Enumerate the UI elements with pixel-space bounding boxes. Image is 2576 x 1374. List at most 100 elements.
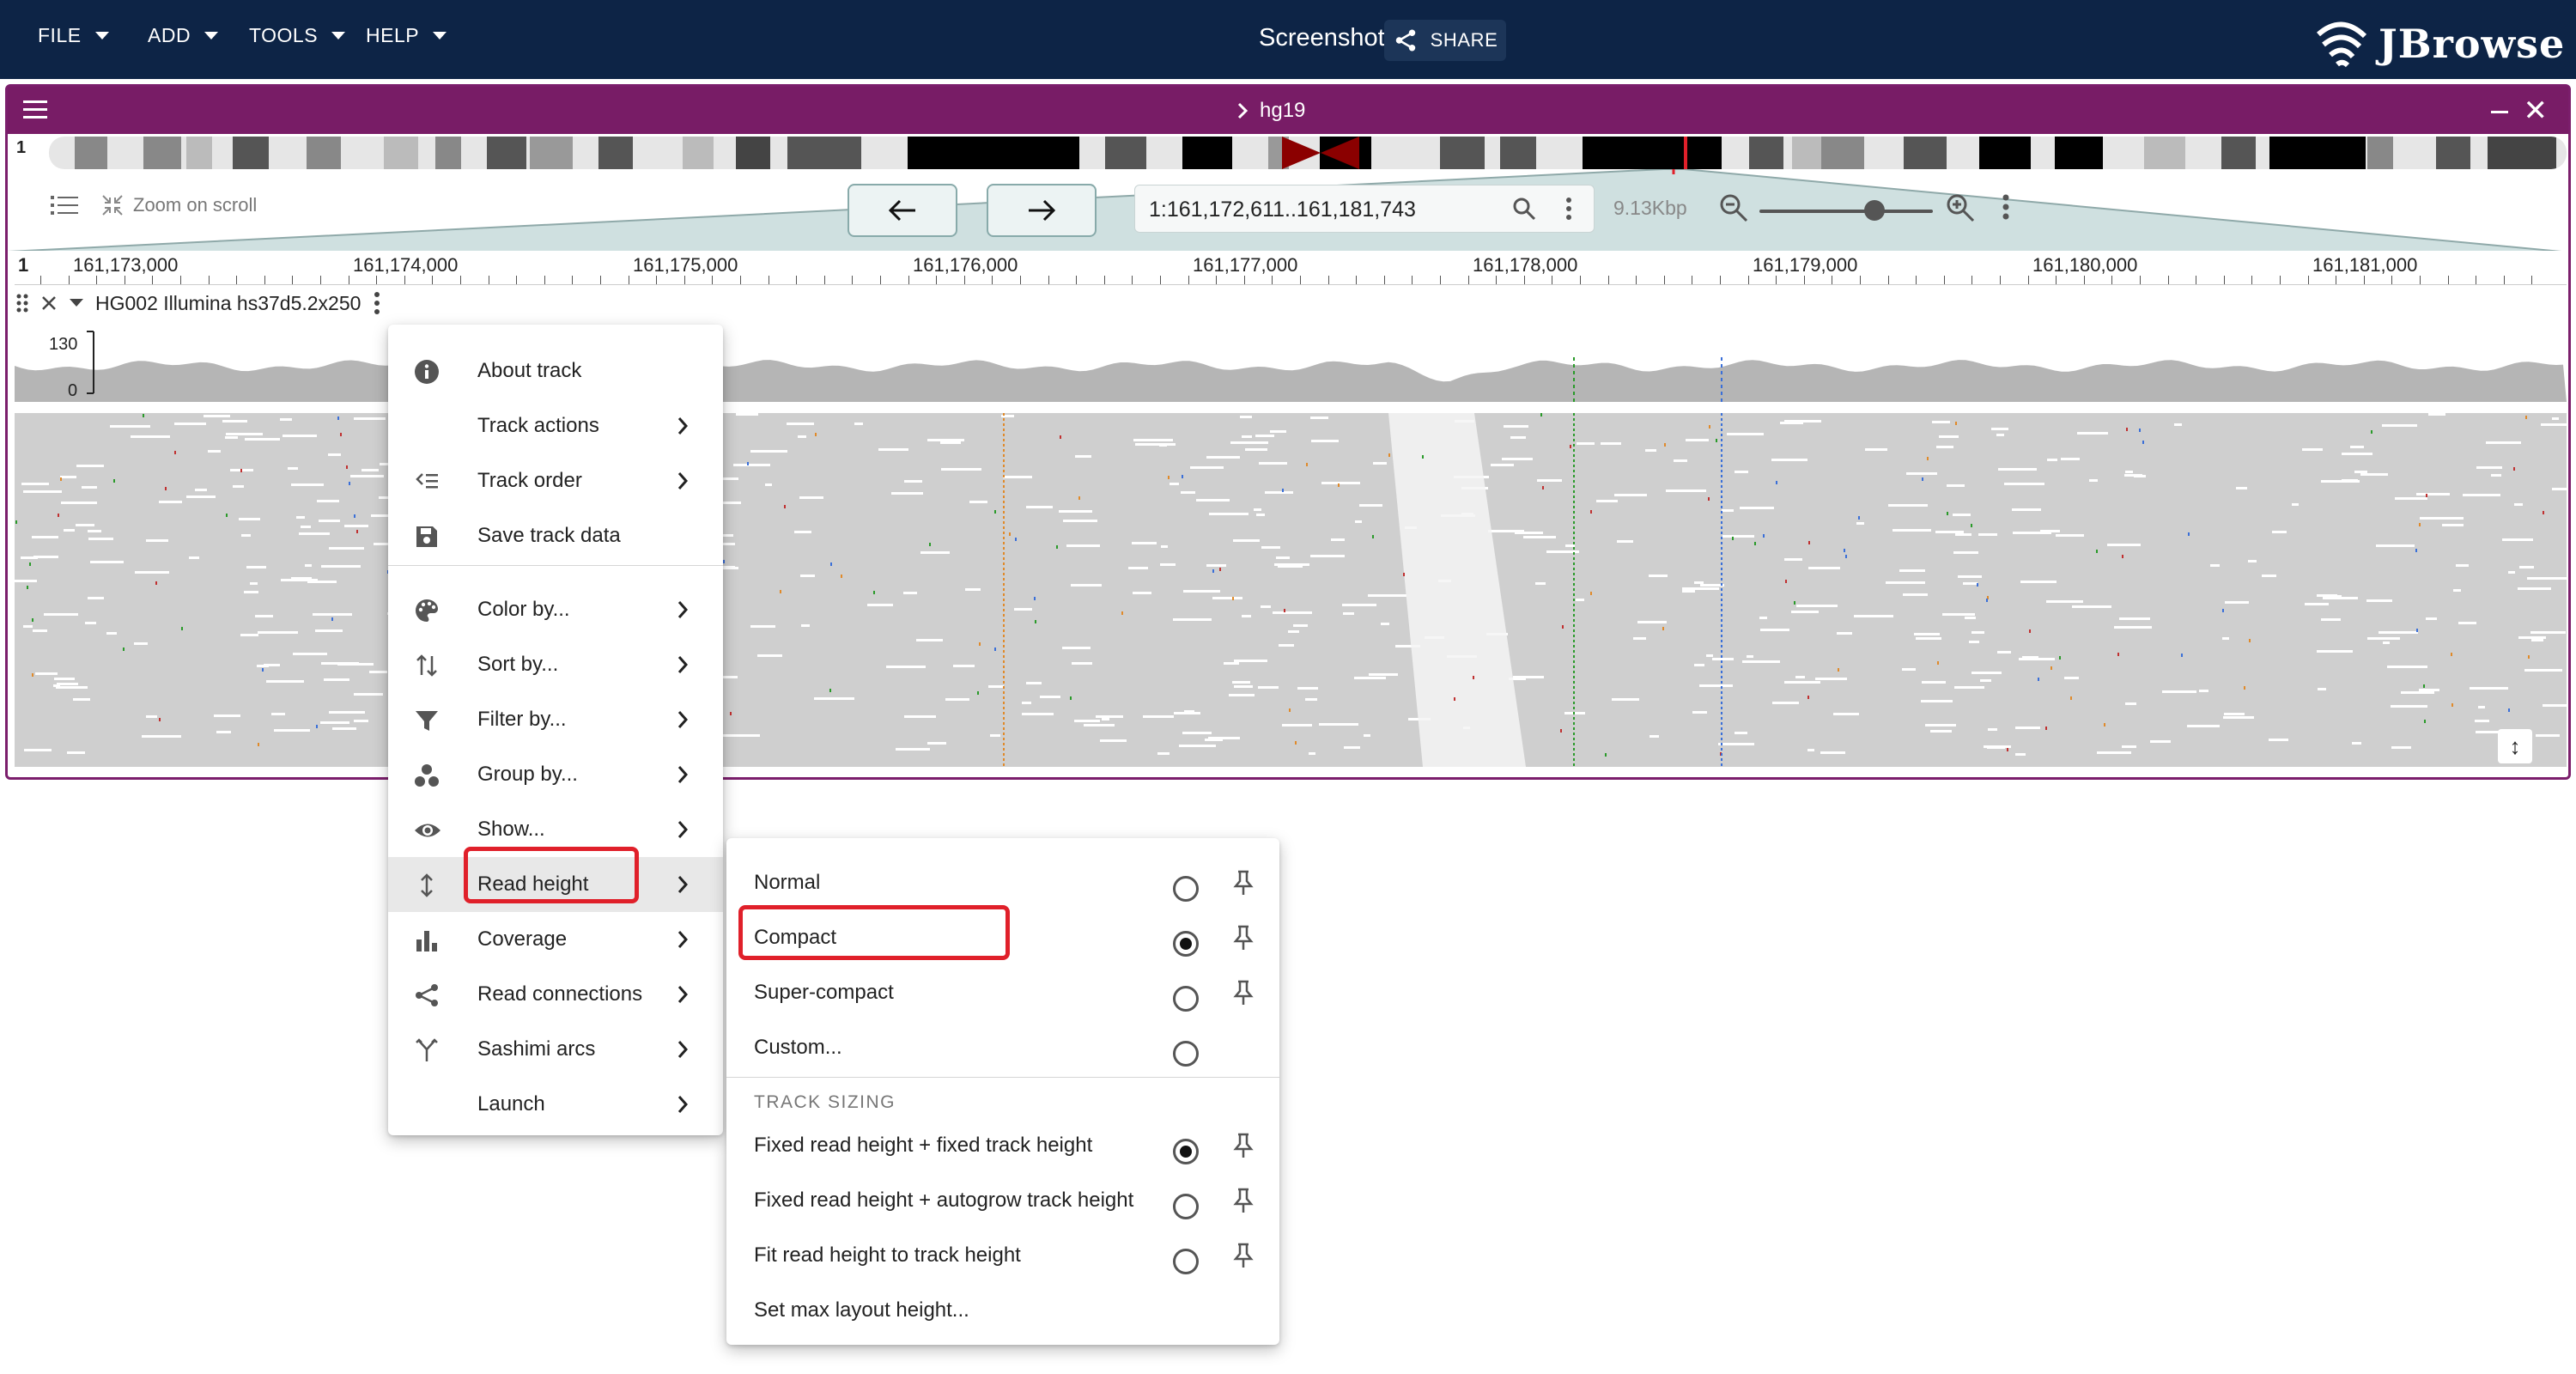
track-menu-icon[interactable] (373, 291, 381, 315)
ruler-tick (572, 276, 574, 284)
search-icon[interactable] (1511, 196, 1537, 222)
ruler-tick (2503, 276, 2505, 284)
set-max-layout-height-item[interactable]: Set max layout height... (726, 1281, 1279, 1336)
menu-item-group-by[interactable]: Group by... (388, 747, 723, 802)
read-height-option-custom[interactable]: Custom... (726, 1018, 1279, 1073)
cytoband (1440, 137, 1485, 169)
ruler-tick (2027, 276, 2029, 284)
ruler-tick (404, 276, 405, 284)
more-vert-icon[interactable] (1564, 196, 1573, 222)
assembly-selector[interactable]: hg19 (1236, 99, 1305, 123)
pan-right-button[interactable] (987, 184, 1097, 237)
view-more-vert-icon[interactable] (2002, 193, 2010, 221)
pin-icon[interactable] (1233, 869, 1254, 901)
resize-track-icon[interactable]: ↕ (2498, 729, 2532, 763)
radio-button[interactable] (1173, 1249, 1199, 1274)
menu-item-read-connections[interactable]: Read connections (388, 967, 723, 1022)
session-title[interactable]: Screenshot (1259, 24, 1385, 52)
menu-item-track-actions[interactable]: Track actions (388, 398, 723, 453)
chevron-right-icon (677, 416, 689, 442)
menu-item-color-by[interactable]: Color by... (388, 582, 723, 637)
cytoband (787, 137, 861, 169)
cytoband (598, 137, 633, 169)
palette-icon (414, 598, 440, 623)
track-list-icon[interactable] (51, 194, 78, 216)
ruler-tick (1860, 276, 1861, 284)
minimize-icon[interactable] (2491, 111, 2508, 113)
menu-item-coverage[interactable]: Coverage (388, 912, 723, 967)
cytoband (307, 137, 341, 169)
track-sizing-option[interactable]: Fixed read height + fixed track height (726, 1116, 1279, 1171)
zoom-in-icon[interactable] (1945, 192, 1976, 223)
zoom-out-icon[interactable] (1718, 192, 1749, 223)
menu-item-sashimi-arcs[interactable]: Sashimi arcs (388, 1022, 723, 1077)
radio-button[interactable] (1173, 1041, 1199, 1067)
chevron-right-icon (677, 1094, 689, 1121)
radio-button[interactable] (1173, 1194, 1199, 1219)
radio-button[interactable] (1173, 876, 1199, 902)
radio-button[interactable] (1173, 931, 1199, 957)
share-button[interactable]: SHARE (1384, 20, 1506, 61)
ruler-tick (1440, 276, 1441, 284)
assembly-name: hg19 (1260, 99, 1306, 122)
add-menu-button[interactable]: ADD (148, 24, 219, 47)
zoom-on-scroll-toggle[interactable]: Zoom on scroll (100, 193, 257, 217)
pin-icon[interactable] (1233, 924, 1254, 956)
coordinate-ruler[interactable]: 1 161,173,000 161,174,000 161,175,000 161,1… (15, 250, 2567, 285)
track-collapse-icon[interactable] (70, 299, 83, 307)
ruler-tick (1272, 276, 1273, 284)
cytoband (908, 137, 1079, 169)
track-sizing-option[interactable]: Fit read height to track height (726, 1226, 1279, 1281)
centromere (1282, 137, 1359, 169)
pan-left-button[interactable] (848, 184, 957, 237)
radio-button[interactable] (1173, 1139, 1199, 1164)
ruler-tick (2251, 276, 2253, 284)
ruler-tick-label: 161,176,000 (913, 254, 1018, 276)
close-track-icon[interactable] (40, 295, 58, 312)
tools-menu-button[interactable]: TOOLS (249, 24, 346, 47)
ruler-tick (544, 276, 545, 284)
menu-item-about-track[interactable]: About track (388, 344, 723, 398)
pin-icon[interactable] (1233, 979, 1254, 1011)
menu-item-sort-by[interactable]: Sort by... (388, 637, 723, 692)
view-menu-icon[interactable] (23, 100, 47, 124)
chevron-right-icon (677, 929, 689, 956)
radio-button[interactable] (1173, 986, 1199, 1012)
pin-icon[interactable] (1233, 1132, 1254, 1164)
ruler-tick (1188, 276, 1189, 284)
ruler-tick (963, 276, 965, 284)
menu-item-filter-by[interactable]: Filter by... (388, 692, 723, 747)
ruler-tick (68, 276, 70, 284)
location-search-box[interactable]: 1:161,172,611..161,181,743 (1134, 185, 1595, 233)
drag-handle-icon[interactable] (16, 293, 28, 313)
cytoband (487, 137, 526, 169)
chevron-right-icon (677, 709, 689, 736)
ruler-tick (1607, 276, 1609, 284)
ruler-tick (516, 276, 518, 284)
pin-icon[interactable] (1233, 1242, 1254, 1274)
location-input[interactable]: 1:161,172,611..161,181,743 (1149, 198, 1416, 222)
ruler-tick (2447, 276, 2449, 284)
zoom-slider-thumb[interactable] (1864, 200, 1885, 221)
fork-icon (414, 1037, 440, 1063)
ruler-tick (1916, 276, 1917, 284)
close-view-icon[interactable]: ✕ (2524, 94, 2549, 128)
read-height-option-super-compact[interactable]: Super-compact (726, 964, 1279, 1018)
cytoband (75, 137, 107, 169)
pin-icon[interactable] (1233, 1187, 1254, 1219)
zoom-slider[interactable] (1759, 210, 1933, 213)
read-height-option-normal[interactable]: Normal (726, 854, 1279, 909)
menu-item-track-order[interactable]: Track order (388, 453, 723, 508)
menu-item-save-track-data[interactable]: Save track data (388, 508, 723, 563)
cytoband (1105, 137, 1146, 169)
cytoband (1821, 137, 1864, 169)
chromosome-ideogram[interactable] (49, 137, 2567, 169)
ruler-tick (320, 276, 321, 284)
menu-item-label: Group by... (477, 763, 578, 786)
zoom-on-scroll-label: Zoom on scroll (133, 194, 258, 216)
help-menu-button[interactable]: HELP (366, 24, 447, 47)
file-menu-button[interactable]: FILE (38, 24, 109, 47)
ruler-tick-label: 161,181,000 (2312, 254, 2418, 276)
track-sizing-option[interactable]: Fixed read height + autogrow track heigh… (726, 1171, 1279, 1226)
menu-item-launch[interactable]: Launch (388, 1077, 723, 1132)
